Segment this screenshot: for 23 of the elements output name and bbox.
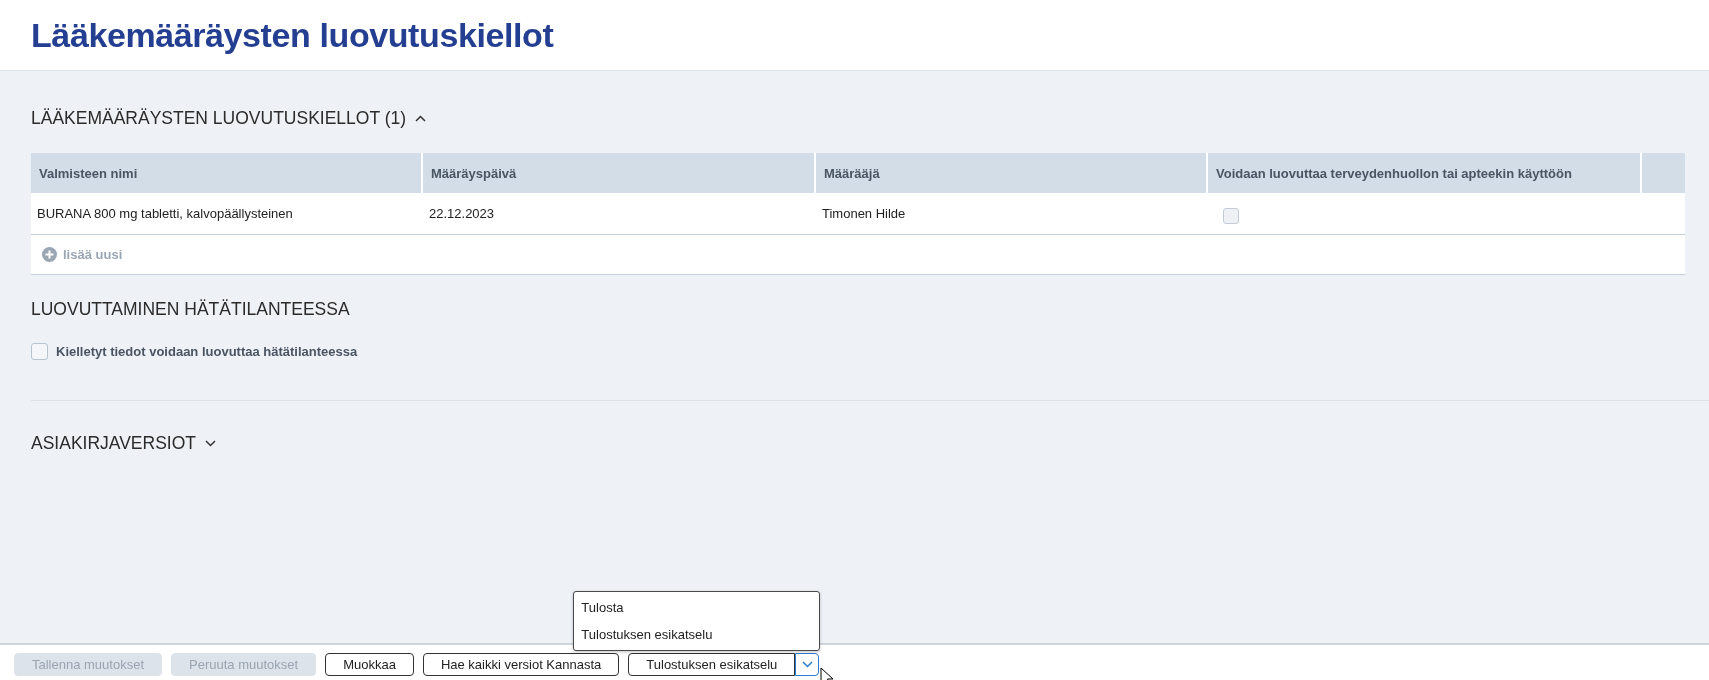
column-header: Valmisteen nimi: [38, 164, 139, 183]
checkbox[interactable]: [1223, 207, 1239, 224]
toolbar-button[interactable]: Muokkaa: [325, 653, 414, 676]
toolbar-button[interactable]: Hae kaikki versiot Kannasta: [422, 653, 620, 676]
table-cell-text: Timonen Hilde: [821, 205, 907, 223]
page-title: Lääkemääräysten luovutuskiellot: [31, 15, 554, 55]
plus-circle-icon: [42, 247, 57, 262]
print-preview-button[interactable]: Tulostuksen esikatselu: [628, 653, 796, 676]
checkbox-label[interactable]: Kielletyt tiedot voidaan luovuttaa hätätilanteessa: [56, 343, 358, 359]
table-cell-text: 22.12.2023: [428, 205, 496, 223]
chevron-down-icon[interactable]: [205, 439, 216, 447]
checkbox[interactable]: [31, 342, 48, 360]
chevron-up-icon[interactable]: [415, 114, 427, 122]
column-header: Määrääjä: [814, 153, 1206, 193]
section-heading: LUOVUTTAMINEN HÄTÄTILANTEESSA: [31, 298, 350, 320]
column-header: Voidaan luovuttaa terveydenhuollon tai apteekin käyttöön: [1206, 153, 1640, 193]
dropdown-toggle-button[interactable]: [795, 653, 820, 676]
menu-item[interactable]: Tulosta: [574, 594, 820, 621]
menu-item[interactable]: Tulostuksen esikatselu: [574, 621, 820, 648]
section-heading: ASIAKIRJAVERSIOT: [31, 432, 196, 454]
column-header: Määräyspäivä: [421, 153, 814, 193]
table-cell-text: BURANA 800 mg tabletti, kalvopäällysteinen: [36, 205, 294, 223]
section-heading: LÄÄKEMÄÄRÄYSTEN LUOVUTUSKIELLOT (1): [31, 107, 407, 129]
